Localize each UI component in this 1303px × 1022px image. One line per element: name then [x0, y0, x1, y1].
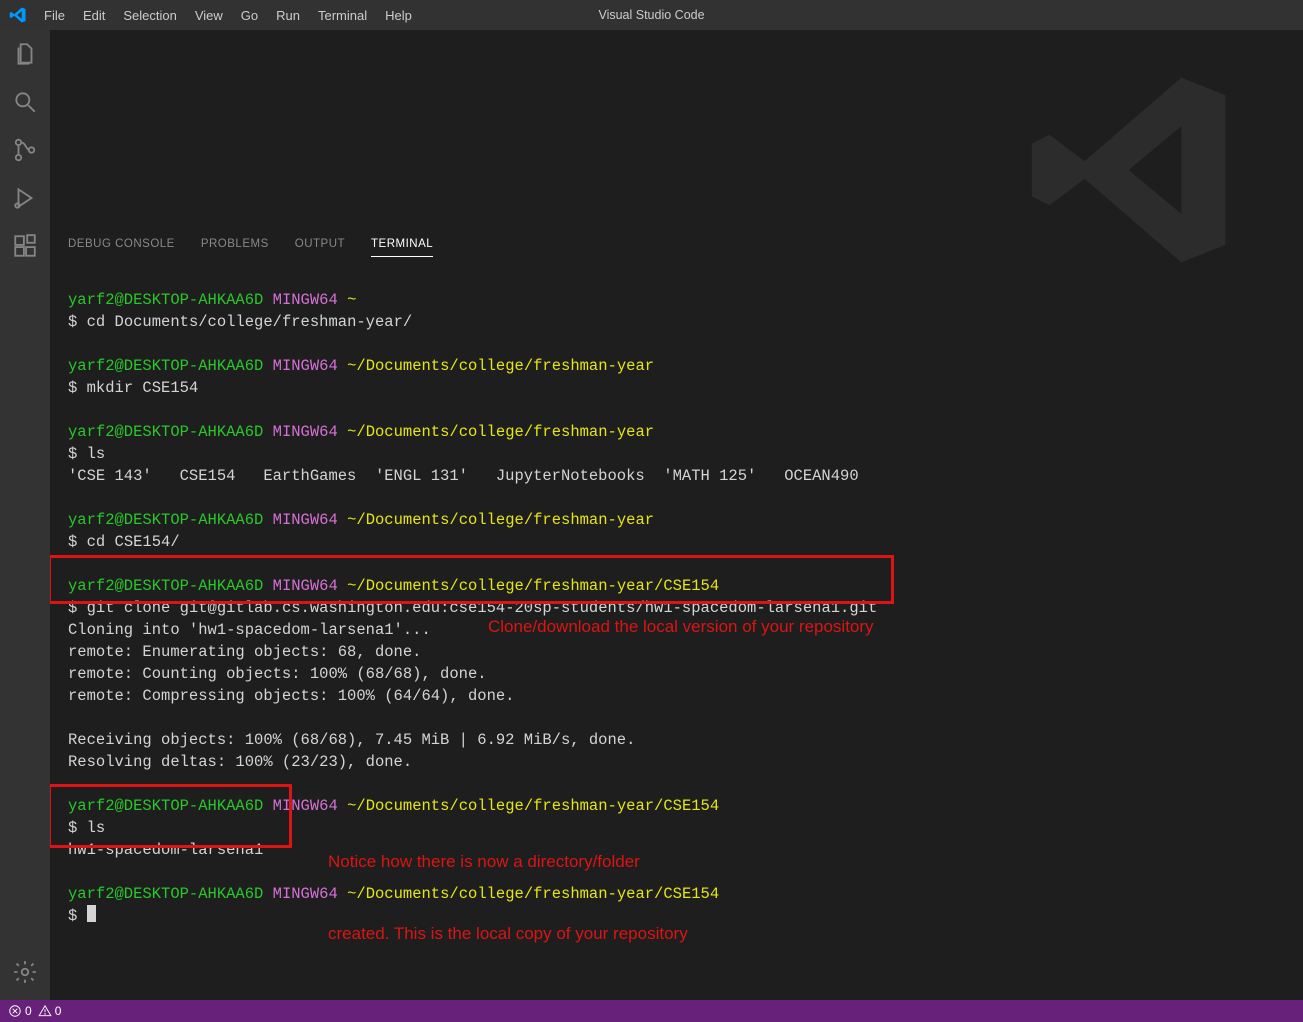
menu-file[interactable]: File — [35, 0, 74, 30]
clone-output: remote: Enumerating objects: 68, done. — [68, 643, 421, 661]
clone-output: Cloning into 'hw1-spacedom-larsena1'... — [68, 621, 431, 639]
prompt-user-host: yarf2@DESKTOP-AHKAA6D — [68, 357, 263, 375]
status-bar: 0 0 — [0, 1000, 1303, 1022]
prompt-user-host: yarf2@DESKTOP-AHKAA6D — [68, 291, 263, 309]
clone-output: Receiving objects: 100% (68/68), 7.45 Mi… — [68, 731, 635, 749]
error-count: 0 — [25, 1004, 32, 1018]
menu-help[interactable]: Help — [376, 0, 421, 30]
error-icon — [8, 1004, 22, 1018]
clone-output: remote: Counting objects: 100% (68/68), … — [68, 665, 487, 683]
cmd-ls: ls — [87, 445, 106, 463]
tab-debug-console[interactable]: DEBUG CONSOLE — [68, 238, 175, 257]
title-bar: File Edit Selection View Go Run Terminal… — [0, 0, 1303, 30]
annotation-text-clone: Clone/download the local version of your… — [488, 615, 874, 639]
activity-bar — [0, 30, 50, 1000]
settings-gear-icon[interactable] — [11, 958, 39, 986]
annotation-text-line: created. This is the local copy of your … — [328, 922, 688, 946]
prompt-shell: MINGW64 — [273, 357, 338, 375]
tab-terminal[interactable]: TERMINAL — [371, 238, 433, 257]
cmd-cd-freshman: cd Documents/college/freshman-year/ — [87, 313, 413, 331]
prompt-shell: MINGW64 — [273, 291, 338, 309]
clone-output: Resolving deltas: 100% (23/23), done. — [68, 753, 412, 771]
annotation-text-line: Notice how there is now a directory/fold… — [328, 850, 688, 874]
menu-terminal[interactable]: Terminal — [309, 0, 376, 30]
prompt-dollar: $ — [68, 445, 77, 463]
menu-view[interactable]: View — [186, 0, 232, 30]
prompt-dollar: $ — [68, 379, 77, 397]
prompt-dollar: $ — [68, 313, 77, 331]
vscode-watermark-icon — [1023, 60, 1243, 285]
status-warnings[interactable]: 0 — [38, 1004, 62, 1018]
tab-output[interactable]: OUTPUT — [295, 238, 345, 257]
menu-run[interactable]: Run — [267, 0, 309, 30]
prompt-user-host: yarf2@DESKTOP-AHKAA6D — [68, 885, 263, 903]
terminal-cursor — [87, 905, 96, 922]
cmd-mkdir: mkdir CSE154 — [87, 379, 199, 397]
run-debug-icon[interactable] — [11, 184, 39, 212]
warning-count: 0 — [55, 1004, 62, 1018]
extensions-icon[interactable] — [11, 232, 39, 260]
ls-output: 'CSE 143' CSE154 EarthGames 'ENGL 131' J… — [68, 467, 859, 485]
menu-edit[interactable]: Edit — [74, 0, 114, 30]
annotation-box-clone — [50, 555, 894, 604]
annotation-text-notice: Notice how there is now a directory/fold… — [328, 802, 688, 994]
terminal[interactable]: yarf2@DESKTOP-AHKAA6D MINGW64 ~ $ cd Doc… — [50, 257, 1303, 1000]
explorer-icon[interactable] — [11, 40, 39, 68]
status-errors[interactable]: 0 — [8, 1004, 32, 1018]
menu-go[interactable]: Go — [232, 0, 267, 30]
prompt-shell: MINGW64 — [273, 511, 338, 529]
prompt-user-host: yarf2@DESKTOP-AHKAA6D — [68, 423, 263, 441]
prompt-path: ~/Documents/college/freshman-year — [347, 357, 654, 375]
cmd-cd-cse: cd CSE154/ — [87, 533, 180, 551]
source-control-icon[interactable] — [11, 136, 39, 164]
prompt-path: ~ — [347, 291, 356, 309]
prompt-dollar: $ — [68, 533, 77, 551]
vscode-logo-icon — [0, 6, 35, 24]
prompt-path: ~/Documents/college/freshman-year — [347, 511, 654, 529]
tab-problems[interactable]: PROBLEMS — [201, 238, 269, 257]
warning-icon — [38, 1004, 52, 1018]
menu-selection[interactable]: Selection — [114, 0, 185, 30]
prompt-path: ~/Documents/college/freshman-year — [347, 423, 654, 441]
clone-output: remote: Compressing objects: 100% (64/64… — [68, 687, 514, 705]
menu-bar: File Edit Selection View Go Run Terminal… — [35, 0, 421, 30]
prompt-dollar: $ — [68, 907, 77, 925]
editor-area — [50, 30, 1303, 230]
annotation-box-ls — [50, 784, 292, 848]
prompt-user-host: yarf2@DESKTOP-AHKAA6D — [68, 511, 263, 529]
search-icon[interactable] — [11, 88, 39, 116]
prompt-shell: MINGW64 — [273, 423, 338, 441]
